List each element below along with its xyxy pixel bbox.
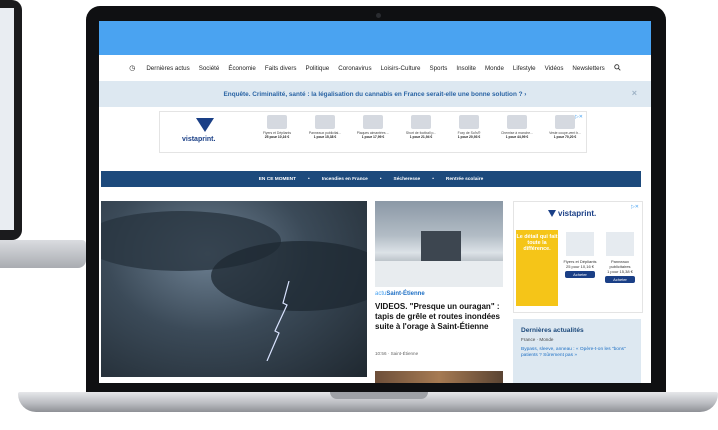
side-ad[interactable]: vistaprint. Le détail qui fait toute la … <box>513 201 643 313</box>
laptop-camera <box>376 13 381 18</box>
nav-item-loisirs-culture[interactable]: Loisirs-Culture <box>381 65 421 72</box>
nav-item-newsletters[interactable]: Newsletters <box>572 65 604 72</box>
nav-item-economie[interactable]: Économie <box>228 65 256 72</box>
product-image <box>566 232 594 256</box>
product-image <box>555 115 575 129</box>
product-image <box>267 115 287 129</box>
hero-image-storm[interactable] <box>101 201 367 377</box>
article-meta: 10:56 · Saint-Étienne <box>375 351 419 356</box>
article-source[interactable]: actuSaint-Étienne <box>375 291 425 297</box>
site-header <box>99 21 651 55</box>
vistaprint-logo: vistaprint. <box>548 209 596 218</box>
product-image <box>315 115 335 129</box>
trending-separator: • <box>379 176 382 182</box>
ad-product[interactable]: Panneaux publicitai... 1 pour 15,38 € <box>304 115 346 149</box>
trending-item-rentree[interactable]: Rentrée scolaire <box>446 177 483 182</box>
source-city: Saint-Étienne <box>386 291 425 297</box>
article-image-next[interactable] <box>375 371 503 383</box>
nav-item-videos[interactable]: Vidéos <box>545 65 564 72</box>
article-headline[interactable]: VIDEOS. "Presque un ouragan" : tapis de … <box>375 302 505 332</box>
ad-product[interactable]: Foxy de Sol's® 1 pour 20,93 € <box>448 115 490 149</box>
nav-item-sports[interactable]: Sports <box>429 65 447 72</box>
ad-product[interactable]: Short de football p... 1 pour 21,94 € <box>400 115 442 149</box>
latest-subtitle: France · Monde <box>521 337 554 342</box>
nav-item-monde[interactable]: Monde <box>485 65 504 72</box>
investigation-banner[interactable]: Enquête. Criminalité, santé : la légalis… <box>99 81 651 107</box>
product-price: 1 pour 44,99 € <box>505 135 529 139</box>
buy-button[interactable]: Acheter <box>605 276 635 283</box>
nav-item-insolite[interactable]: Insolite <box>456 65 476 72</box>
source-prefix: actu <box>375 291 387 297</box>
trending-bar: EN CE MOMENT • Incendies en France • Séc… <box>101 171 641 187</box>
side-ad-product[interactable]: Flyers et Dépliants 25 pour 10,16 € Achete… <box>562 232 598 278</box>
trending-label: EN CE MOMENT <box>258 176 297 182</box>
latest-news-panel: Dernières actualités France · Monde Bypa… <box>513 319 641 383</box>
product-price: 25 pour 10,16 € <box>264 135 290 139</box>
product-price: 1 pour 20,93 € <box>457 135 481 139</box>
nav-item-faits-divers[interactable]: Faits divers <box>265 65 297 72</box>
product-image <box>606 232 634 256</box>
background-device <box>0 0 22 240</box>
main-nav: ◷ Dernières actus Société Économie Faits… <box>99 57 651 79</box>
product-image <box>411 115 431 129</box>
ad-brand: vistaprint. <box>182 136 216 143</box>
ad-product[interactable]: Flyers et Dépliants 25 pour 10,16 € <box>256 115 298 149</box>
nav-item-politique[interactable]: Politique <box>305 65 329 72</box>
lightning-bolt <box>266 281 290 361</box>
buy-button[interactable]: Acheter <box>565 271 595 278</box>
close-icon[interactable]: × <box>632 88 637 98</box>
top-ad[interactable]: vistaprint. Flyers et Dépliants 25 pour 1… <box>159 111 587 153</box>
adchoices-icon[interactable]: ▷✕ <box>631 204 639 210</box>
nav-item-dernieres-actus[interactable]: Dernières actus <box>146 65 189 72</box>
product-price: 1 pour 17,99 € <box>361 135 385 139</box>
product-image <box>459 115 479 129</box>
ad-products: Flyers et Dépliants 25 pour 10,16 € Panne… <box>256 115 586 149</box>
laptop-screen: ◷ Dernières actus Société Économie Faits… <box>99 21 651 383</box>
latest-heading: Dernières actualités <box>521 327 584 334</box>
ad-product[interactable]: Veste coupe-vent b... 1 pour 70,20 € <box>544 115 586 149</box>
product-price: 1 pour 15,38 € <box>313 135 337 139</box>
ad-product[interactable]: Chemise à manche... 1 pour 44,99 € <box>496 115 538 149</box>
latest-item[interactable]: Bypass, sleeve, anneau : « Opère-t-on le… <box>521 347 635 359</box>
product-price: 1 pour 21,94 € <box>409 135 433 139</box>
side-ad-brand: vistaprint. <box>558 209 597 218</box>
product-name: Panneaux publicitaires <box>609 259 631 269</box>
banner-text: Enquête. Criminalité, santé : la légalis… <box>223 90 527 98</box>
ad-product[interactable]: Plaques aimantées ... 1 pour 17,99 € <box>352 115 394 149</box>
side-ad-promo: Le détail qui fait toute la différence. <box>516 230 558 306</box>
nav-item-lifestyle[interactable]: Lifestyle <box>513 65 536 72</box>
product-image <box>363 115 383 129</box>
clock-icon: ◷ <box>129 65 136 72</box>
product-price: 1 pour 15,38 € <box>607 269 633 274</box>
adchoices-icon[interactable]: ▷✕ <box>575 114 583 120</box>
nav-item-coronavirus[interactable]: Coronavirus <box>338 65 371 72</box>
background-device-screen <box>0 8 14 230</box>
trending-item-secheresse[interactable]: Sécheresse <box>394 177 421 182</box>
nav-item-societe[interactable]: Société <box>199 65 220 72</box>
article-image-hail[interactable] <box>375 201 503 287</box>
background-device-base <box>0 240 86 268</box>
trending-item-incendies[interactable]: Incendies en France <box>322 177 368 182</box>
hail-ground <box>375 261 503 287</box>
laptop-notch <box>330 392 428 399</box>
trending-separator: • <box>308 176 310 182</box>
trending-separator: • <box>432 176 434 182</box>
product-price: 25 pour 10,16 € <box>565 264 595 269</box>
product-image <box>507 115 527 129</box>
search-icon[interactable] <box>614 63 621 73</box>
house-shape <box>421 231 461 261</box>
vistaprint-logo: vistaprint. <box>176 118 236 148</box>
side-ad-product[interactable]: Panneaux publicitaires 1 pour 15,38 € Ache… <box>602 232 638 283</box>
product-price: 1 pour 70,20 € <box>553 135 577 139</box>
